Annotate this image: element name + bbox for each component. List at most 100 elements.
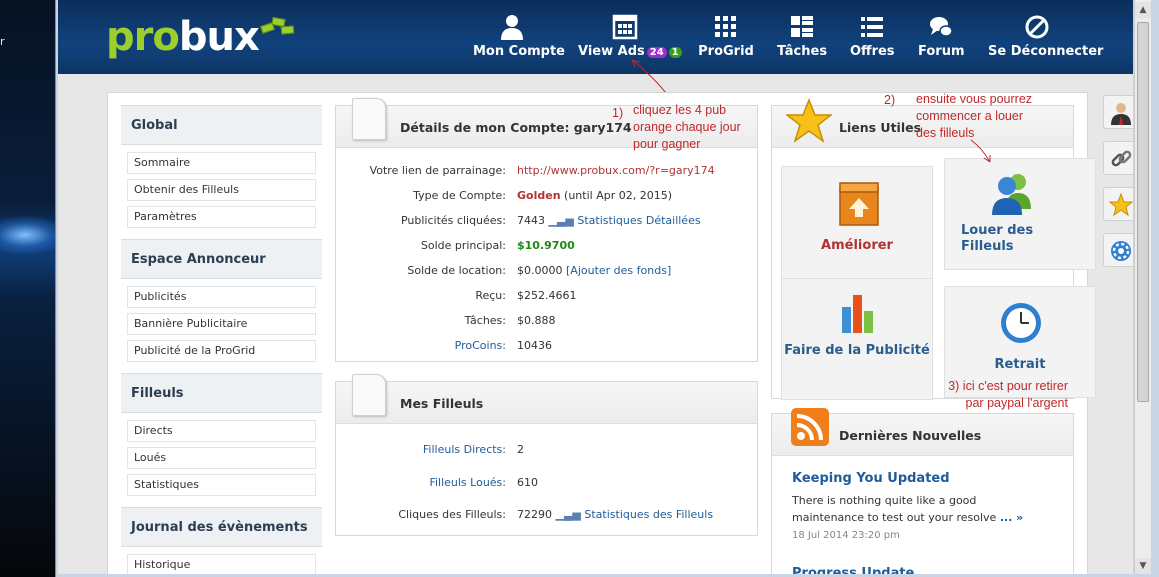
probux-logo[interactable]: probux	[106, 14, 295, 60]
links-shortcut[interactable]	[1103, 141, 1133, 175]
nav-logout[interactable]: Se Déconnecter	[988, 14, 1103, 62]
scroll-down-arrow[interactable]: ▼	[1135, 558, 1151, 574]
info-row: Solde principal: $10.9700	[420, 239, 575, 252]
annotation-1-number: 1)	[612, 106, 624, 120]
no-entry-icon	[1025, 15, 1049, 39]
add-funds-link[interactable]: [Ajouter des fonds]	[566, 264, 671, 277]
sidebar-item-historique[interactable]: Historique	[127, 554, 316, 574]
referral-stats-link[interactable]: Statistiques des Filleuls	[584, 508, 713, 521]
annotation-2: ensuite vous pourrez commencer a louer d…	[916, 92, 1033, 140]
news-title-link[interactable]: Progress Update	[792, 566, 914, 574]
bar-chart-icon	[842, 295, 873, 333]
referral-link[interactable]: http://www.probux.com/?r=gary174	[517, 164, 715, 177]
star-icon	[786, 98, 832, 143]
referrals-panel: Mes Filleuls Filleuls Directs: 2 Filleuls…	[335, 374, 758, 536]
sidebar-item-loues[interactable]: Loués	[127, 447, 316, 469]
user-icon	[501, 15, 523, 40]
upgrade-box-icon	[839, 182, 879, 226]
info-row: Solde de location: $0.0000 [Ajouter des f…	[407, 264, 672, 277]
site-header: probux Mon Compte View Ads 24 1 ProGrid Tâ…	[58, 0, 1133, 74]
info-row: Tâches: $0.888	[464, 314, 556, 327]
panel-title: Mes Filleuls	[400, 396, 484, 411]
tile-louer-filleuls[interactable]: Louer des Filleuls	[944, 158, 1096, 270]
news-date: 18 Jul 2014 23:20 pm	[792, 530, 900, 541]
gear-icon	[1111, 241, 1131, 261]
info-row: Filleuls Loués: 610	[429, 476, 538, 489]
page-viewport: probux Mon Compte View Ads 24 1 ProGrid Tâ…	[58, 0, 1133, 574]
info-row: Votre lien de parrainage: http://www.prob…	[369, 164, 715, 177]
panel-title: Dernières Nouvelles	[839, 428, 982, 443]
document-icon	[352, 98, 386, 140]
users-icon	[992, 174, 1031, 215]
favorites-shortcut[interactable]	[1103, 187, 1133, 221]
browser-window: probux Mon Compte View Ads 24 1 ProGrid Tâ…	[55, 0, 1159, 577]
info-row: ProCoins: 10436	[454, 339, 552, 352]
sidebar-item-sommaire[interactable]: Sommaire	[127, 152, 316, 174]
stats-icon: ▁▃▅	[555, 508, 581, 521]
chat-bubbles-icon	[930, 17, 953, 37]
nav-progrid[interactable]: ProGrid	[698, 14, 754, 62]
chain-link-icon	[1111, 150, 1132, 167]
sidebar-item-publicites[interactable]: Publicités	[127, 286, 316, 308]
desktop-glow	[0, 215, 56, 255]
document-icon	[352, 374, 386, 416]
annotation-2-number: 2)	[884, 93, 896, 107]
sidebar-item-directs[interactable]: Directs	[127, 420, 316, 442]
detailed-stats-link[interactable]: Statistiques Détaillées	[577, 214, 700, 227]
procoins-link[interactable]: ProCoins:	[455, 339, 506, 352]
dots-grid-icon	[715, 16, 736, 37]
sidebar-item-parametres[interactable]: Paramètres	[127, 206, 316, 228]
clock-icon	[1001, 303, 1041, 343]
news-title-link[interactable]: Keeping You Updated	[792, 471, 950, 486]
settings-shortcut[interactable]	[1103, 233, 1133, 267]
tile-publicite[interactable]: Faire de la Publicité	[781, 278, 933, 400]
stats-icon: ▁▃▅	[548, 214, 574, 227]
nav-mon-compte[interactable]: Mon Compte	[473, 14, 565, 62]
annotation-1: cliquez les 4 pub orange chaque jour pou…	[633, 103, 741, 151]
floating-right-toolbar	[1103, 95, 1133, 279]
scrollbar-thumb[interactable]	[1137, 22, 1149, 402]
panel-title: Liens Utiles	[839, 120, 922, 135]
info-row: Publicités cliquées: 7443 ▁▃▅ Statistique…	[400, 214, 701, 227]
account-type: Golden	[517, 189, 561, 202]
info-row: Filleuls Directs: 2	[422, 443, 524, 456]
sidebar-item-banniere[interactable]: Bannière Publicitaire	[127, 313, 316, 335]
news-body: There is nothing quite like a good maint…	[792, 494, 1024, 524]
main-balance: $10.9700	[517, 239, 575, 252]
direct-referrals-link[interactable]: Filleuls Directs:	[423, 443, 506, 456]
useful-links-panel: Liens Utiles Améliorer Louer des Filleul…	[771, 98, 1096, 400]
list-lines-icon	[861, 17, 883, 37]
news-panel: Dernières Nouvelles Keeping You Updated …	[771, 408, 1074, 574]
money-bills-icon	[259, 16, 295, 40]
sidebar-item-statistiques[interactable]: Statistiques	[127, 474, 316, 496]
star-icon	[1109, 193, 1133, 217]
desktop-edge-text: r	[0, 35, 5, 48]
nav-forum[interactable]: Forum	[918, 14, 965, 62]
panel-title: Détails de mon Compte: gary174	[400, 120, 632, 135]
vertical-scrollbar[interactable]: ▲ ▼	[1134, 0, 1151, 574]
rss-icon	[791, 408, 829, 446]
sidebar: Global Sommaire Obtenir des Filleuls Par…	[121, 105, 322, 574]
annotation-3: 3) ici c'est pour retirer par paypal l'a…	[948, 379, 1068, 410]
info-row: Type de Compte: Golden (until Apr 02, 201…	[413, 189, 672, 202]
grid-window-icon	[612, 14, 638, 40]
read-more-link[interactable]: ... »	[1000, 511, 1023, 524]
nav-taches[interactable]: Tâches	[776, 14, 828, 62]
sidebar-head-annonceur: Espace Annonceur	[121, 239, 322, 279]
sidebar-head-filleuls: Filleuls	[121, 373, 322, 413]
sidebar-head-global: Global	[121, 105, 322, 145]
tile-ameliorer[interactable]: Améliorer	[781, 166, 933, 288]
nav-offres[interactable]: Offres	[850, 14, 895, 62]
info-row: Cliques des Filleuls: 72290 ▁▃▅ Statistiq…	[398, 508, 714, 521]
sidebar-item-pub-progrid[interactable]: Publicité de la ProGrid	[127, 340, 316, 362]
sidebar-item-obtenir-filleuls[interactable]: Obtenir des Filleuls	[127, 179, 316, 201]
info-row: Reçu: $252.4661	[475, 289, 577, 302]
sidebar-head-journal: Journal des évènements	[121, 507, 322, 547]
annotation-arrow-2	[970, 139, 991, 163]
list-blocks-icon	[791, 16, 813, 37]
profile-shortcut[interactable]	[1103, 95, 1133, 129]
businessman-icon	[1111, 103, 1131, 125]
rented-referrals-link[interactable]: Filleuls Loués:	[429, 476, 506, 489]
scroll-up-arrow[interactable]: ▲	[1135, 2, 1151, 18]
desktop-background: r	[0, 0, 56, 577]
